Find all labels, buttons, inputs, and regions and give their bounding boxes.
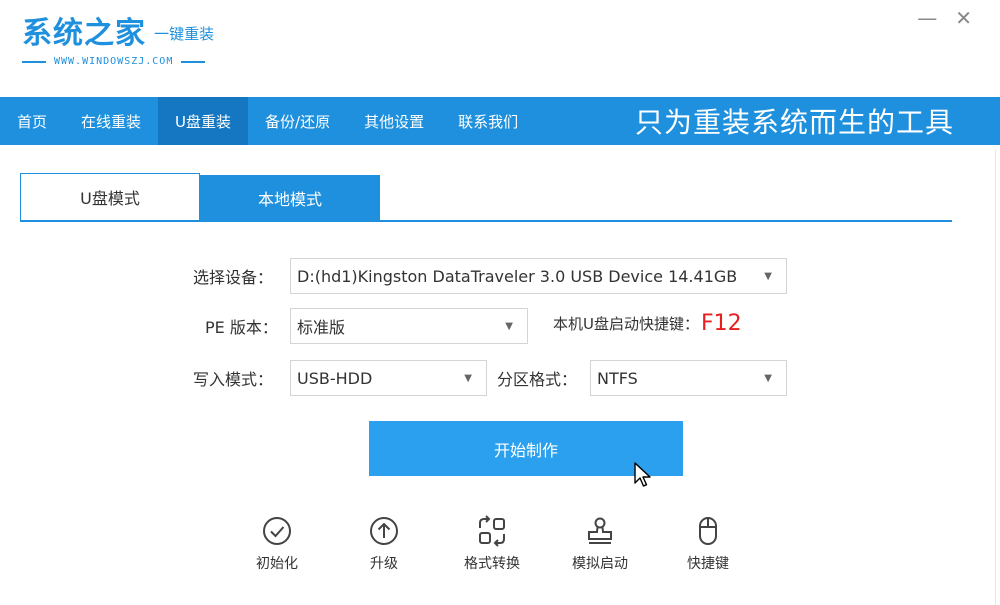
chevron-down-icon: ▼ [764,270,772,282]
device-label: 选择设备： [193,268,274,287]
nav-usb-reinstall[interactable]: U盘重装 [158,97,249,145]
nav-backup-restore[interactable]: 备份/还原 [248,97,347,145]
tab-usb-mode[interactable]: U盘模式 [20,173,200,220]
app-logo: 系统之家 一键重装 WWW.WINDOWSZJ.COM [22,8,214,67]
chevron-down-icon: ▼ [764,372,772,384]
mode-tabs: U盘模式 本地模式 [20,173,952,222]
chevron-down-icon: ▼ [505,320,513,332]
tool-hotkey[interactable]: 快捷键 [668,515,748,573]
write-row: 写入模式： USB-HDD ▼ [193,360,487,396]
logo-title: 系统之家 [22,16,146,51]
logo-url: WWW.WINDOWSZJ.COM [22,56,214,67]
write-mode-select[interactable]: USB-HDD ▼ [290,360,487,396]
tool-upgrade-label: 升级 [370,556,398,572]
nav-home[interactable]: 首页 [0,97,64,145]
window-controls: — ✕ [917,6,972,30]
partition-select[interactable]: NTFS ▼ [590,360,787,396]
device-value: D:(hd1)Kingston DataTraveler 3.0 USB Dev… [297,266,738,286]
right-edge-divider [995,150,996,605]
pe-select[interactable]: 标准版 ▼ [290,308,528,344]
device-row: 选择设备： D:(hd1)Kingston DataTraveler 3.0 U… [193,258,787,294]
chevron-down-icon: ▼ [464,372,472,384]
tab-local-mode[interactable]: 本地模式 [200,175,380,220]
mouse-cursor-icon [634,462,651,487]
pe-row: PE 版本： 标准版 ▼ [205,308,528,344]
convert-icon [479,515,505,547]
minimize-button[interactable]: — [917,6,937,30]
nav-online-reinstall[interactable]: 在线重装 [64,97,158,145]
partition-label: 分区格式： [497,370,578,389]
pe-label: PE 版本： [205,318,278,337]
logo-subtitle: 一键重装 [154,25,215,43]
tool-simulate-boot[interactable]: 模拟启动 [560,515,640,573]
tool-initialize[interactable]: 初始化 [237,515,317,573]
hotkey-row: 本机U盘启动快捷键： F12 [553,311,742,336]
nav-slogan: 只为重装系统而生的工具 [634,106,954,139]
tool-format-convert[interactable]: 格式转换 [452,515,532,573]
tool-format-convert-label: 格式转换 [464,556,520,572]
write-mode-value: USB-HDD [297,368,373,388]
partition-value: NTFS [597,368,638,388]
hotkey-value: F12 [700,311,742,336]
mouse-icon [699,517,717,545]
write-mode-label: 写入模式： [193,370,274,389]
tool-upgrade[interactable]: 升级 [344,515,424,573]
logo-url-text: WWW.WINDOWSZJ.COM [54,56,174,67]
main-nav: 首页 在线重装 U盘重装 备份/还原 其他设置 联系我们 只为重装系统而生的工具 [0,97,1000,145]
close-button[interactable]: ✕ [955,6,972,30]
upgrade-arrow-icon [370,517,398,545]
tool-simulate-boot-label: 模拟启动 [572,556,628,572]
pe-value: 标准版 [297,318,346,337]
stamp-icon [588,517,612,544]
nav-other-settings[interactable]: 其他设置 [347,97,441,145]
nav-contact-us[interactable]: 联系我们 [441,97,535,145]
device-select[interactable]: D:(hd1)Kingston DataTraveler 3.0 USB Dev… [290,258,787,294]
hotkey-label: 本机U盘启动快捷键： [553,315,699,333]
tool-initialize-label: 初始化 [256,556,298,572]
partition-row: 分区格式： NTFS ▼ [497,360,787,396]
tool-hotkey-label: 快捷键 [687,556,729,572]
check-circle-icon [263,517,291,545]
